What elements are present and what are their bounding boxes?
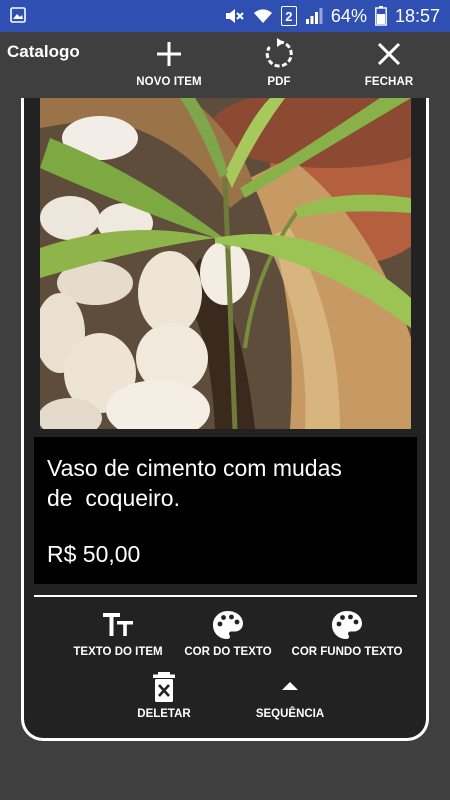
palette-icon (332, 611, 362, 639)
divider (34, 595, 417, 597)
new-item-label: NOVO ITEM (136, 76, 202, 88)
action-bar: Catalogo NOVO ITEM PDF FECHAR (0, 32, 450, 98)
close-button[interactable]: FECHAR (359, 38, 419, 98)
text-color-button[interactable]: COR DO TEXTO (176, 608, 280, 658)
sim-slot-badge: 2 (280, 6, 297, 26)
new-item-button[interactable]: NOVO ITEM (131, 38, 207, 98)
signal-icon (305, 8, 323, 24)
catalog-item-card: Vaso de cimento com mudas de coqueiro. R… (21, 98, 429, 741)
pdf-button[interactable]: PDF (249, 38, 309, 98)
text-color-label: COR DO TEXTO (184, 646, 272, 658)
delete-button[interactable]: DELETAR (124, 670, 204, 720)
item-price: R$ 50,00 (47, 541, 141, 567)
clock: 18:57 (394, 5, 440, 26)
pdf-label: PDF (267, 76, 291, 88)
sequence-button[interactable]: SEQUÊNCIA (245, 670, 335, 720)
delete-label: DELETAR (137, 708, 191, 720)
status-icons: 2 64% 18:57 (225, 0, 440, 32)
close-icon (377, 42, 401, 66)
palette-icon (213, 611, 243, 639)
item-photo[interactable] (40, 98, 411, 429)
app-title: Catalogo (7, 42, 80, 61)
battery-percent: 64% (330, 5, 367, 26)
plant-pot-image (40, 98, 411, 429)
battery-icon (375, 6, 387, 26)
item-text-button[interactable]: TEXTO DO ITEM (64, 608, 172, 658)
item-text-label: TEXTO DO ITEM (73, 646, 163, 658)
delete-icon (153, 672, 175, 702)
status-bar: 2 64% 18:57 (0, 0, 450, 32)
plus-icon (157, 42, 181, 66)
text-size-icon (103, 613, 133, 636)
text-background-color-label: COR FUNDO TEXTO (291, 646, 403, 658)
volume-mute-icon (225, 9, 244, 23)
text-background-color-button[interactable]: COR FUNDO TEXTO (288, 608, 406, 658)
item-description: Vaso de cimento com mudas de coqueiro. (47, 455, 342, 511)
arrow-up-icon (282, 682, 298, 690)
refresh-icon (265, 38, 293, 68)
close-label: FECHAR (364, 76, 414, 88)
sequence-label: SEQUÊNCIA (255, 708, 325, 720)
item-text-box[interactable]: Vaso de cimento com mudas de coqueiro. R… (34, 437, 417, 584)
image-icon (10, 7, 26, 23)
wifi-icon (253, 9, 272, 23)
